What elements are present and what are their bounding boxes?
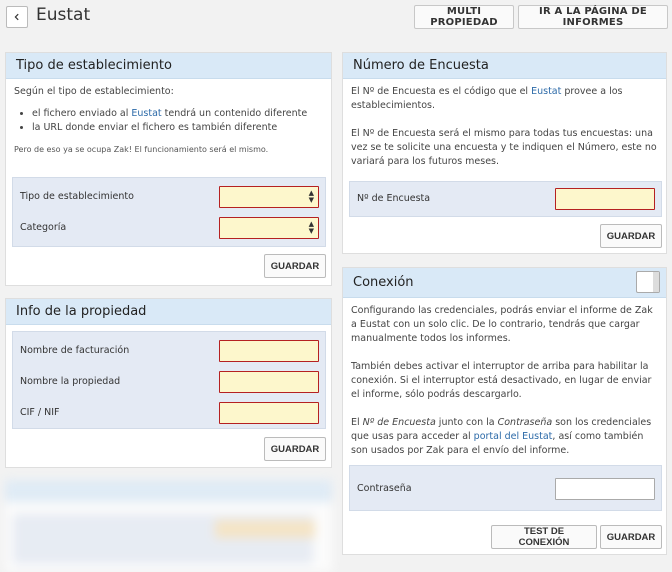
eustat-link[interactable]: Eustat (531, 86, 561, 97)
conexion-text-2: También debes activar el interruptor de … (351, 361, 652, 400)
cif-nif-input[interactable] (219, 402, 319, 424)
tipo-establecimiento-panel: Tipo de establecimiento Según el tipo de… (5, 52, 332, 286)
field-row: Contraseña (350, 474, 661, 504)
conexion-fields: Contraseña (349, 465, 662, 511)
billing-name-input[interactable] (219, 340, 319, 362)
property-name-input[interactable] (219, 371, 319, 393)
eustat-link[interactable]: Eustat (131, 108, 161, 119)
reports-page-button[interactable]: IR A LA PÁGINA DE INFORMES (518, 5, 668, 29)
tipo-establecimiento-select[interactable]: ▲ ▼ (219, 186, 319, 208)
bullet-item: la URL donde enviar el fichero es tambié… (32, 121, 323, 135)
encuesta-text-2: El Nº de Encuesta será el mismo para tod… (351, 128, 657, 167)
field-label: Nombre de facturación (20, 345, 130, 356)
field-label: Nombre la propiedad (20, 376, 121, 387)
field-label: Tipo de establecimiento (20, 191, 134, 202)
multi-property-button[interactable]: MULTI PROPIEDAD (414, 5, 514, 29)
page-title: Eustat (36, 5, 91, 25)
encuesta-text-1: El Nº de Encuesta es el código que el Eu… (351, 86, 623, 111)
select-arrows-icon: ▲ ▼ (308, 189, 314, 204)
panel-title: Info de la propiedad (6, 299, 331, 325)
note-text: Pero de eso ya se ocupa Zak! El funciona… (14, 145, 269, 154)
conexion-text-1: Configurando las credenciales, podrás en… (351, 305, 653, 344)
conexion-text-3: El Nº de Encuesta junto con la Contraseñ… (351, 417, 652, 456)
test-connection-button[interactable]: TEST DE CONEXIÓN (491, 525, 597, 549)
categoria-select[interactable]: ▲ ▼ (219, 217, 319, 239)
field-row: Nombre de facturación (13, 336, 325, 366)
chevron-left-icon (14, 13, 19, 21)
save-button[interactable]: GUARDAR (600, 224, 662, 248)
password-input[interactable] (555, 478, 655, 500)
field-row: Tipo de establecimiento ▲ ▼ (13, 182, 325, 212)
top-bar: Eustat MULTI PROPIEDAD IR A LA PÁGINA DE… (0, 0, 672, 34)
bullet-item: el fichero enviado al Eustat tendrá un c… (32, 107, 323, 121)
panel-title: Número de Encuesta (343, 53, 666, 79)
conexion-panel: Conexión Configurando las credenciales, … (342, 267, 667, 555)
tipo-fields: Tipo de establecimiento ▲ ▼ Categoría ▲ ▼ (12, 177, 326, 247)
field-row: Nombre la propiedad (13, 367, 325, 397)
intro-text: Según el tipo de establecimiento: (14, 86, 174, 97)
field-label: CIF / NIF (20, 407, 60, 418)
field-label: Categoría (20, 222, 67, 233)
encuesta-fields: Nº de Encuesta (349, 181, 662, 217)
save-button[interactable]: GUARDAR (264, 254, 326, 278)
field-label: Nº de Encuesta (357, 193, 431, 204)
info-fields: Nombre de facturación Nombre la propieda… (12, 331, 326, 429)
panel-title: Conexión (343, 268, 666, 298)
info-propiedad-panel: Info de la propiedad Nombre de facturaci… (5, 298, 332, 468)
save-button[interactable]: GUARDAR (600, 525, 662, 549)
numero-encuesta-panel: Número de Encuesta El Nº de Encuesta es … (342, 52, 667, 254)
survey-number-input[interactable] (555, 188, 655, 210)
field-row: CIF / NIF (13, 398, 325, 428)
field-row: Nº de Encuesta (350, 184, 661, 214)
eustat-portal-link[interactable]: portal del Eustat (474, 431, 553, 442)
select-arrows-icon: ▲ ▼ (308, 220, 314, 235)
back-button[interactable] (6, 6, 28, 28)
blurred-panel (5, 480, 332, 572)
field-label: Contraseña (357, 483, 412, 494)
connection-toggle[interactable] (636, 271, 660, 293)
save-button[interactable]: GUARDAR (264, 437, 326, 461)
field-row: Categoría ▲ ▼ (13, 213, 325, 243)
panel-title: Tipo de establecimiento (6, 53, 331, 79)
